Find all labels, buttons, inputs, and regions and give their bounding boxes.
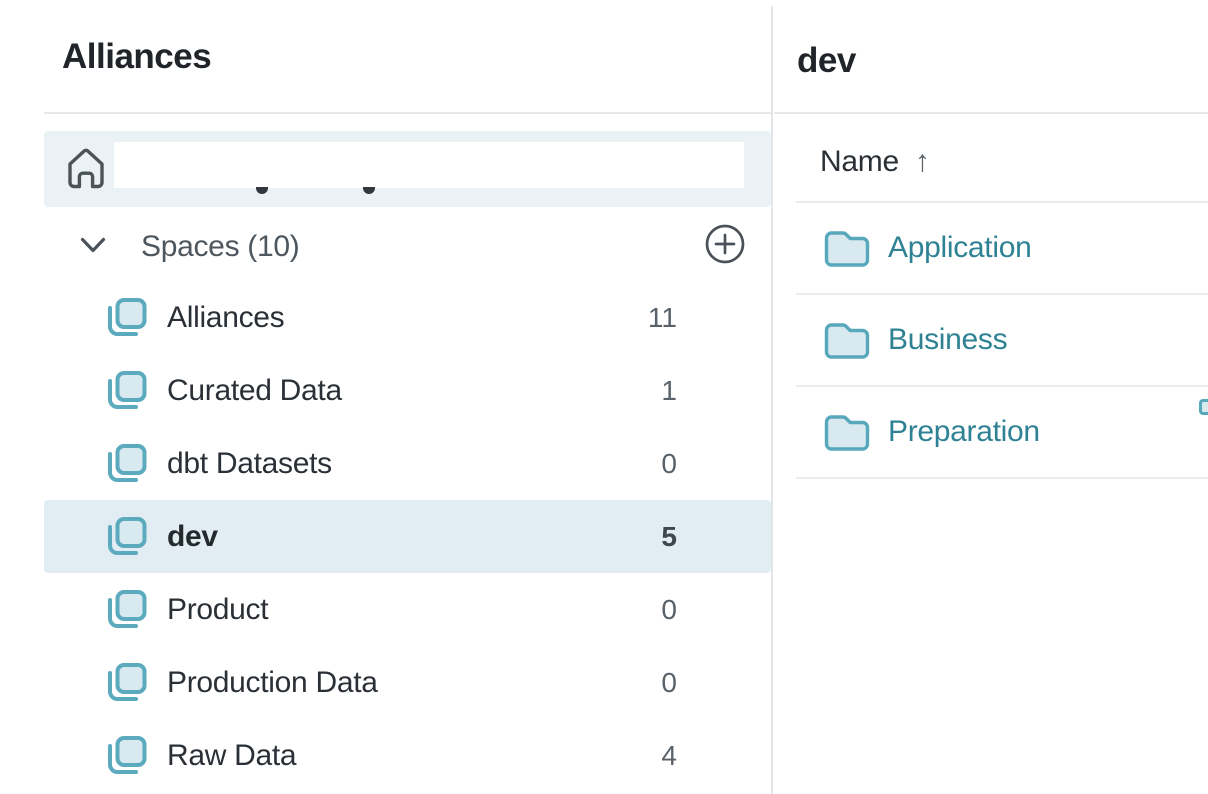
main-title-divider (774, 112, 1208, 114)
space-count: 0 (661, 448, 677, 480)
space-icon (103, 368, 149, 414)
space-count: 11 (648, 302, 677, 334)
table-row-application[interactable]: Application (796, 203, 1208, 295)
space-name: dbt Datasets (167, 447, 332, 481)
folder-link[interactable]: Business (888, 323, 1007, 357)
folder-icon (823, 411, 871, 453)
folder-icon (823, 227, 871, 269)
sidebar-title: Alliances (62, 39, 211, 75)
space-icon (103, 295, 149, 341)
space-icon (103, 733, 149, 779)
spaces-section-label: Spaces (10) (141, 230, 299, 264)
sidebar-item-dev[interactable]: dev 5 (44, 500, 771, 573)
folder-link[interactable]: Application (888, 231, 1031, 265)
spaces-list: Alliances 11 Curated Data 1 dbt Datasets… (44, 281, 771, 792)
table-row-business[interactable]: Business (796, 295, 1208, 387)
space-contents-panel: dev Name ↑ Application Business Preparat… (773, 0, 1208, 794)
folder-table: Application Business Preparation (796, 203, 1208, 479)
sidebar-title-divider (44, 112, 771, 114)
folder-icon (823, 319, 871, 361)
space-name: Curated Data (167, 374, 342, 408)
sidebar-item-dbt-datasets[interactable]: dbt Datasets 0 (44, 427, 771, 500)
space-icon (103, 441, 149, 487)
folder-link[interactable]: Preparation (888, 415, 1040, 449)
space-icon (103, 660, 149, 706)
space-count: 0 (661, 667, 677, 699)
home-icon (66, 146, 106, 190)
space-count: 0 (661, 594, 677, 626)
sidebar-item-production-data[interactable]: Production Data 0 (44, 646, 771, 719)
space-count: 1 (661, 375, 677, 407)
redacted-letter-descender (256, 187, 268, 194)
space-count: 4 (661, 740, 677, 772)
spaces-section-header[interactable]: Spaces (10) (44, 210, 771, 281)
redacted-letter-descender (363, 187, 375, 194)
home-row[interactable] (44, 131, 771, 207)
space-icon (103, 514, 149, 560)
sidebar-item-product[interactable]: Product 0 (44, 573, 771, 646)
chevron-down-icon[interactable] (80, 237, 106, 254)
spaces-sidebar: Alliances Spaces (10) Alliances 11 (0, 0, 771, 794)
space-name: Product (167, 593, 268, 627)
space-name: Raw Data (167, 739, 296, 773)
table-header-name[interactable]: Name ↑ (820, 144, 930, 180)
plus-circle-icon (703, 222, 747, 266)
add-space-button[interactable] (703, 222, 747, 266)
page-title: dev (797, 43, 856, 79)
space-name: dev (167, 520, 218, 554)
space-name: Production Data (167, 666, 378, 700)
sidebar-item-alliances[interactable]: Alliances 11 (44, 281, 771, 354)
space-name: Alliances (167, 301, 284, 335)
space-count: 5 (661, 521, 677, 553)
cut-off-folder-icon (1199, 399, 1208, 415)
redacted-text-overlay (114, 142, 744, 188)
table-row-preparation[interactable]: Preparation (796, 387, 1208, 479)
sidebar-item-curated-data[interactable]: Curated Data 1 (44, 354, 771, 427)
space-icon (103, 587, 149, 633)
sidebar-item-raw-data[interactable]: Raw Data 4 (44, 719, 771, 792)
column-header-label: Name (820, 145, 899, 179)
arrow-up-icon: ↑ (915, 145, 930, 179)
